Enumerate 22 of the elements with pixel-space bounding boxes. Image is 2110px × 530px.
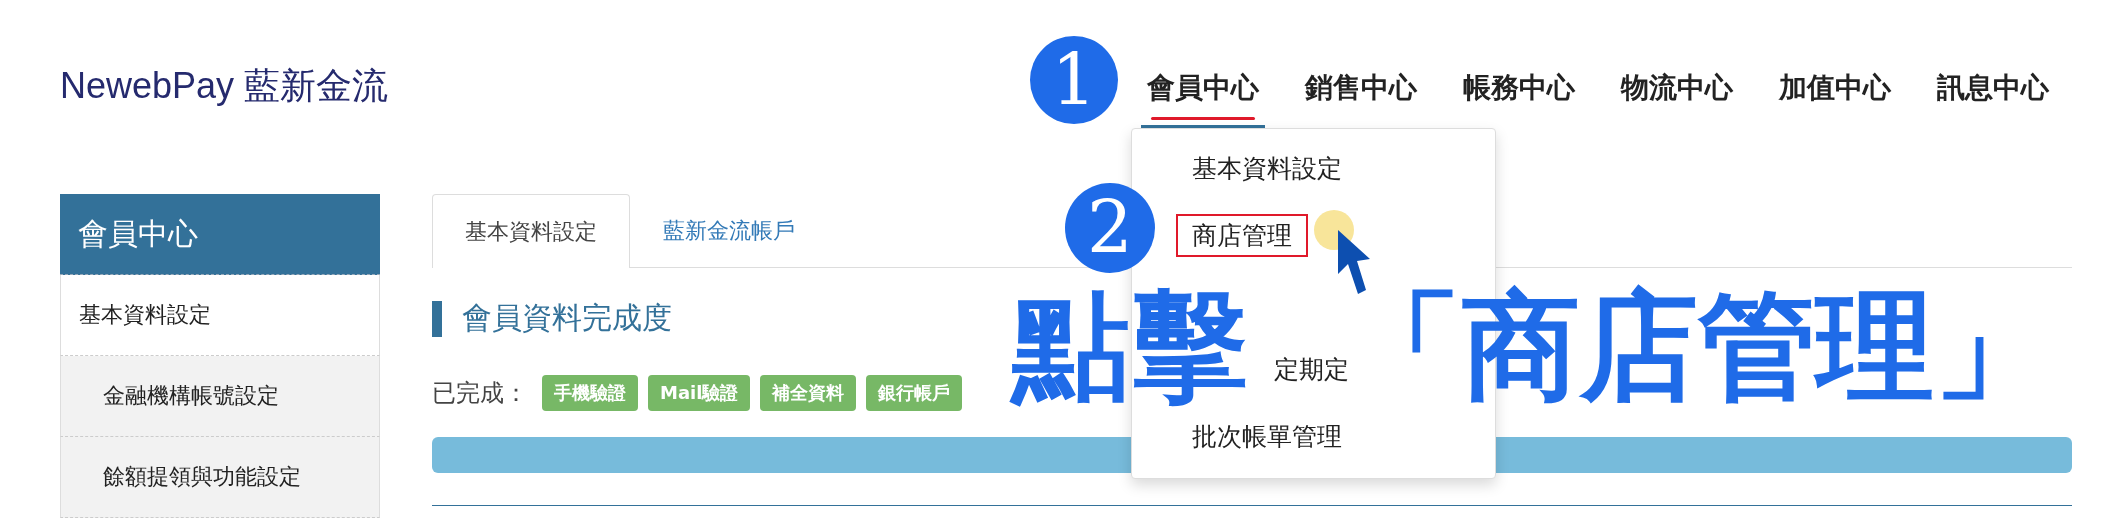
- completed-label: 已完成：: [432, 378, 528, 409]
- menu-item[interactable]: 商店管理: [1176, 214, 1308, 257]
- step-number: 2: [1065, 183, 1155, 273]
- status-badge: 銀行帳戶: [866, 375, 963, 411]
- menu-item[interactable]: 批次帳單管理: [1176, 415, 1358, 458]
- step-number: 1: [1030, 36, 1118, 124]
- heading-bar: [432, 300, 442, 337]
- sidebar-item[interactable]: 金融機構帳號設定: [60, 356, 380, 437]
- nav-item[interactable]: 物流中心: [1615, 56, 1739, 128]
- status-badge: 補全資料: [760, 375, 857, 411]
- status-badge: 手機驗證: [542, 375, 638, 411]
- nav-item[interactable]: 銷售中心: [1299, 56, 1423, 128]
- sidebar-item[interactable]: 餘額提領與功能設定: [60, 437, 380, 518]
- nav-item[interactable]: 帳務中心: [1457, 56, 1581, 128]
- status-badge: Mail驗證: [648, 375, 751, 411]
- tab[interactable]: 基本資料設定: [432, 194, 630, 268]
- section-title: 會員資料完成度: [462, 299, 672, 337]
- nav-item[interactable]: 訊息中心: [1931, 56, 2055, 128]
- menu-item[interactable]: 基本資料設定: [1176, 147, 1358, 190]
- nav-item[interactable]: 加值中心: [1773, 56, 1897, 128]
- logo[interactable]: NewebPay 藍新金流: [60, 61, 389, 111]
- sidebar-title: 會員中心: [60, 194, 380, 275]
